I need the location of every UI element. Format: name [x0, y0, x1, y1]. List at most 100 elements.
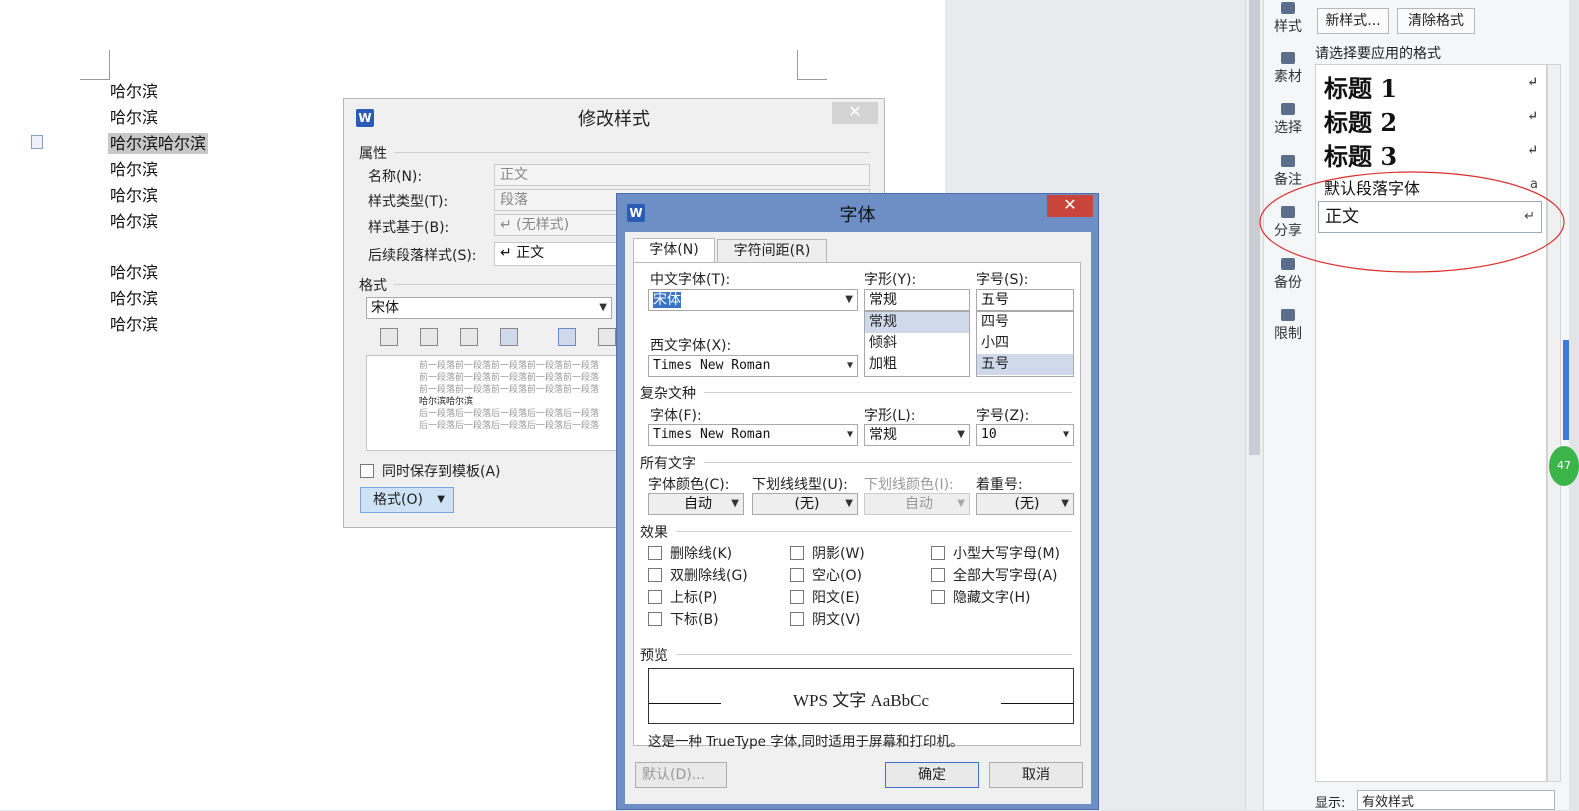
chevron-down-icon: ▼ [1062, 429, 1069, 440]
edge-tab[interactable] [1563, 340, 1569, 440]
line-spacing-icon[interactable] [598, 328, 616, 346]
vertical-scrollbar[interactable] [1245, 0, 1263, 810]
section-complex: 复杂文种 [640, 386, 696, 402]
style-pane: 新样式... 清除格式 请选择要应用的格式 标题 1 ↵ 标题 2 ↵ 标题 3 ↵ … [1311, 0, 1569, 811]
tab-spacing[interactable]: 字符间距(R) [717, 239, 827, 263]
name-field[interactable]: 正文 [494, 164, 870, 186]
align-center-icon[interactable] [420, 328, 438, 346]
close-button[interactable]: ✕ [1047, 195, 1093, 217]
doc-line[interactable]: 哈尔滨 [110, 263, 158, 283]
section-all-text: 所有文字 [640, 456, 696, 472]
size-option[interactable]: 小四 [977, 333, 1073, 354]
show-select[interactable]: 有效样式 [1357, 790, 1555, 810]
style-prompt: 请选择要应用的格式 [1315, 46, 1441, 62]
crop-mark [797, 50, 827, 80]
chevron-down-icon: ▼ [599, 302, 607, 313]
size-input[interactable]: 五号 [976, 289, 1074, 311]
toolbar-materials[interactable]: 素材 [1264, 52, 1312, 86]
style-option[interactable]: 常规 [865, 312, 969, 333]
emphasis-select[interactable]: (无) ▼ [976, 493, 1074, 515]
emboss-checkbox[interactable]: 阳文(E) [790, 587, 860, 607]
complex-style-label: 字形(L): [864, 408, 916, 424]
styles-icon [1281, 2, 1295, 14]
dialog-title: 修改样式 [578, 109, 650, 130]
toolbar-select[interactable]: 选择 [1264, 103, 1312, 137]
complex-size-select[interactable]: 10 ▼ [976, 424, 1074, 446]
doc-line[interactable]: 哈尔滨 [110, 289, 158, 309]
chevron-down-icon: ▼ [846, 429, 853, 440]
based-label: 样式基于(B): [368, 220, 450, 236]
style-item-heading1[interactable]: 标题 1 ↵ [1324, 69, 1538, 104]
font-preview-box: WPS 文字 AaBbCc [648, 668, 1074, 724]
doc-line[interactable]: 哈尔滨 [110, 108, 158, 128]
format-menu-button[interactable]: 格式(O) ▼ [360, 487, 454, 513]
save-template-checkbox[interactable]: 同时保存到模板(A) [360, 461, 501, 481]
section-format: 格式 [359, 278, 387, 294]
section-preview: 预览 [640, 648, 668, 664]
chevron-down-icon: ▼ [846, 360, 853, 371]
chevron-down-icon: ▼ [957, 429, 965, 440]
doc-line[interactable]: 哈尔滨 [110, 186, 158, 206]
right-toolbar: 样式 素材 选择 备注 分享 备份 限制 [1263, 0, 1311, 810]
double-strikethrough-checkbox[interactable]: 双删除线(G) [648, 565, 748, 585]
engrave-checkbox[interactable]: 阴文(V) [790, 609, 861, 629]
comment-icon [1281, 155, 1295, 167]
outline-checkbox[interactable]: 空心(O) [790, 565, 862, 585]
new-style-button[interactable]: 新样式... [1317, 8, 1389, 34]
paragraph-handle-icon[interactable] [31, 135, 43, 149]
toolbar-styles[interactable]: 样式 [1264, 2, 1312, 36]
annotation-ellipse [1259, 171, 1565, 273]
west-font-select[interactable]: Times New Roman ▼ [648, 355, 858, 377]
clear-format-button[interactable]: 清除格式 [1397, 8, 1475, 34]
font-dialog: W 字体 ✕ 字体(N) 字符间距(R) 中文字体(T): 字形(Y): 字号(… [616, 193, 1099, 810]
ok-button[interactable]: 确定 [885, 762, 979, 788]
cn-font-label: 中文字体(T): [650, 272, 731, 288]
line-spacing-single-icon[interactable] [558, 328, 576, 346]
close-button[interactable]: ✕ [832, 102, 878, 124]
subscript-checkbox[interactable]: 下标(B) [648, 609, 719, 629]
toolbar-restrict[interactable]: 限制 [1264, 309, 1312, 343]
name-label: 名称(N): [368, 169, 423, 185]
default-button[interactable]: 默认(D)... [635, 762, 727, 788]
doc-line[interactable]: 哈尔滨 [110, 160, 158, 180]
cancel-button[interactable]: 取消 [989, 762, 1083, 788]
section-effects: 效果 [640, 525, 668, 541]
doc-line[interactable]: 哈尔滨 [110, 315, 158, 335]
style-list[interactable]: 常规 倾斜 加粗 [864, 311, 970, 377]
style-item-heading2[interactable]: 标题 2 ↵ [1324, 103, 1538, 138]
complex-font-select[interactable]: Times New Roman ▼ [648, 424, 858, 446]
shadow-checkbox[interactable]: 阴影(W) [790, 543, 865, 563]
font-select[interactable]: 宋体 ▼ [366, 297, 612, 319]
style-option[interactable]: 加粗 [865, 354, 969, 375]
superscript-checkbox[interactable]: 上标(P) [648, 587, 717, 607]
underline-label: 下划线线型(U): [752, 477, 848, 493]
underline-select[interactable]: (无) ▼ [752, 493, 858, 515]
doc-line-selected[interactable]: 哈尔滨哈尔滨 [108, 133, 209, 154]
underline-color-select: 自动 ▼ [864, 493, 970, 515]
style-input[interactable]: 常规 [864, 289, 970, 311]
truetype-note: 这是一种 TrueType 字体,同时适用于屏幕和打印机。 [648, 734, 964, 750]
next-label: 后续段落样式(S): [368, 248, 477, 264]
doc-line[interactable]: 哈尔滨 [110, 212, 158, 232]
style-preview-box: 前一段落前一段落前一段落前一段落前一段落 前一段落前一段落前一段落前一段落前一段… [366, 355, 626, 451]
badge[interactable]: 47 [1549, 446, 1579, 486]
hidden-text-checkbox[interactable]: 隐藏文字(H) [931, 587, 1030, 607]
type-label: 样式类型(T): [368, 194, 449, 210]
font-color-select[interactable]: 自动 ▼ [648, 493, 744, 515]
doc-line[interactable]: 哈尔滨 [110, 82, 158, 102]
style-option[interactable]: 倾斜 [865, 333, 969, 354]
size-option[interactable]: 四号 [977, 312, 1073, 333]
align-left-icon[interactable] [380, 328, 398, 346]
complex-style-select[interactable]: 常规 ▼ [864, 424, 970, 446]
align-right-icon[interactable] [460, 328, 478, 346]
style-item-heading3[interactable]: 标题 3 ↵ [1324, 137, 1538, 172]
font-dialog-body: 字体(N) 字符间距(R) 中文字体(T): 字形(Y): 字号(S): 宋体 ▼… [625, 232, 1091, 804]
cn-font-select[interactable]: 宋体 ▼ [648, 289, 858, 311]
align-justify-icon[interactable] [500, 328, 518, 346]
size-list[interactable]: 四号 小四 五号 [976, 311, 1074, 377]
tab-font[interactable]: 字体(N) [633, 238, 715, 263]
all-caps-checkbox[interactable]: 全部大写字母(A) [931, 565, 1058, 585]
size-option[interactable]: 五号 [977, 354, 1073, 375]
strikethrough-checkbox[interactable]: 删除线(K) [648, 543, 732, 563]
small-caps-checkbox[interactable]: 小型大写字母(M) [931, 543, 1060, 563]
